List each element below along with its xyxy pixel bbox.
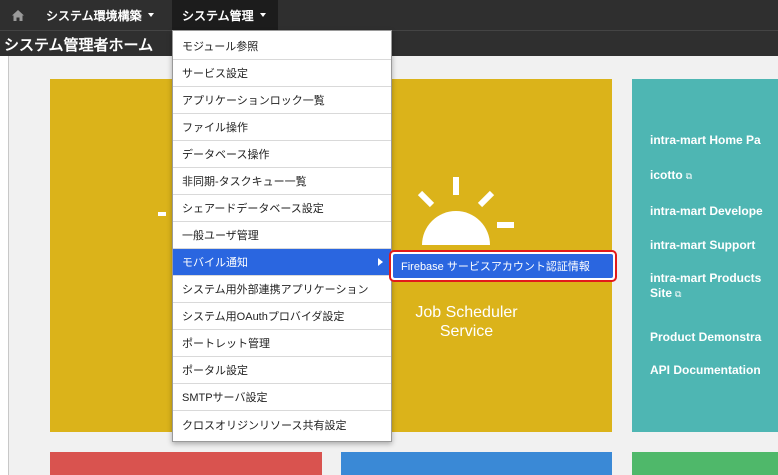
menu-item-oauth-provider-settings[interactable]: システム用OAuthプロバイダ設定 (173, 303, 391, 330)
link-label: Product Demonstra (650, 330, 762, 344)
link-api-documentation[interactable]: API Documentation (650, 363, 761, 378)
system-admin-dropdown: モジュール参照 サービス設定 アプリケーションロック一覧 ファイル操作 データベ… (172, 30, 392, 442)
menu-item-label: ポータル設定 (182, 365, 248, 377)
caret-down-icon (147, 13, 154, 17)
menu-item-portlet-management[interactable]: ポートレット管理 (173, 330, 391, 357)
submenu-item-firebase-credentials[interactable]: Firebase サービスアカウント認証情報 (393, 254, 613, 278)
menu-item-label: システム用外部連携アプリケーション (182, 284, 369, 296)
menu-item-label: シェアードデータベース設定 (182, 203, 324, 215)
link-intra-mart-home[interactable]: intra-mart Home Pa (650, 133, 761, 148)
link-label: intra-mart Develope (650, 204, 763, 218)
menu-item-label: アプリケーションロック一覧 (182, 95, 325, 107)
mobile-notification-submenu: Firebase サービスアカウント認証情報 (389, 250, 617, 282)
menu-item-label: SMTPサーバ設定 (182, 392, 268, 404)
menu-item-label: サービス設定 (182, 68, 248, 80)
menu-system-admin-label: システム管理 (182, 8, 254, 23)
home-icon (12, 9, 24, 21)
menu-item-label: 一般ユーザ管理 (182, 230, 259, 242)
link-label: icotto (650, 168, 683, 182)
menu-item-service-settings[interactable]: サービス設定 (173, 60, 391, 87)
menu-item-label: 非同期-タスクキュー一覧 (182, 176, 307, 188)
top-navigation-bar: システム環境構築 システム管理 (0, 0, 778, 30)
external-link-icon: ⧉ (685, 171, 693, 181)
link-icotto[interactable]: icotto ⧉ (650, 168, 692, 184)
link-label: intra-mart Products (650, 271, 762, 285)
menu-item-label: モジュール参照 (182, 41, 259, 53)
link-list: intra-mart Home Pa icotto ⧉ intra-mart De… (650, 130, 778, 430)
link-label: API Documentation (650, 363, 761, 377)
menu-item-portal-settings[interactable]: ポータル設定 (173, 357, 391, 384)
link-product-demonstration[interactable]: Product Demonstra (650, 330, 761, 345)
menu-item-module-reference[interactable]: モジュール参照 (173, 33, 391, 60)
link-intra-mart-support[interactable]: intra-mart Support (650, 238, 755, 253)
menu-system-admin[interactable]: システム管理 (172, 0, 278, 30)
menu-item-general-user-management[interactable]: 一般ユーザ管理 (173, 222, 391, 249)
tile-bottom-green[interactable] (632, 452, 778, 475)
menu-item-label: クロスオリジンリソース共有設定 (182, 419, 347, 432)
submenu-arrow-icon (378, 258, 383, 266)
menu-item-file-operation[interactable]: ファイル操作 (173, 114, 391, 141)
menu-item-label: モバイル通知 (182, 257, 248, 269)
external-link-icon: ⧉ (675, 289, 682, 299)
menu-item-async-task-queue[interactable]: 非同期-タスクキュー一覧 (173, 168, 391, 195)
link-label-line2: Site (650, 286, 673, 300)
menu-item-label: ファイル操作 (182, 122, 248, 134)
menu-item-application-lock-list[interactable]: アプリケーションロック一覧 (173, 87, 391, 114)
home-button[interactable] (0, 0, 36, 30)
menu-system-environment-label: システム環境構築 (46, 8, 142, 23)
menu-item-cors-settings[interactable]: クロスオリジンリソース共有設定 (173, 411, 391, 438)
menu-item-shared-database-settings[interactable]: シェアードデータベース設定 (173, 195, 391, 222)
link-label: intra-mart Home Pa (650, 133, 761, 147)
page-title: システム管理者ホーム (4, 37, 154, 54)
tile-bottom-red[interactable] (50, 452, 322, 475)
menu-item-label: ポートレット管理 (182, 338, 270, 350)
menu-item-smtp-server-settings[interactable]: SMTPサーバ設定 (173, 384, 391, 411)
menu-item-database-operation[interactable]: データベース操作 (173, 141, 391, 168)
sun-ray-fragment (158, 212, 166, 216)
menu-item-external-apps[interactable]: システム用外部連携アプリケーション (173, 276, 391, 303)
menu-item-label: システム用OAuthプロバイダ設定 (182, 311, 345, 323)
menu-system-environment[interactable]: システム環境構築 (36, 0, 168, 30)
link-intra-mart-products[interactable]: intra-mart Products Site ⧉ (650, 271, 761, 302)
link-label: intra-mart Support (650, 238, 756, 252)
caret-down-icon (259, 13, 266, 17)
tile-bottom-blue[interactable] (341, 452, 612, 475)
menu-item-mobile-notification[interactable]: モバイル通知 (173, 249, 391, 276)
submenu-item-label: Firebase サービスアカウント認証情報 (401, 261, 590, 273)
link-intra-mart-developer[interactable]: intra-mart Develope (650, 204, 763, 219)
menu-item-label: データベース操作 (182, 149, 270, 161)
